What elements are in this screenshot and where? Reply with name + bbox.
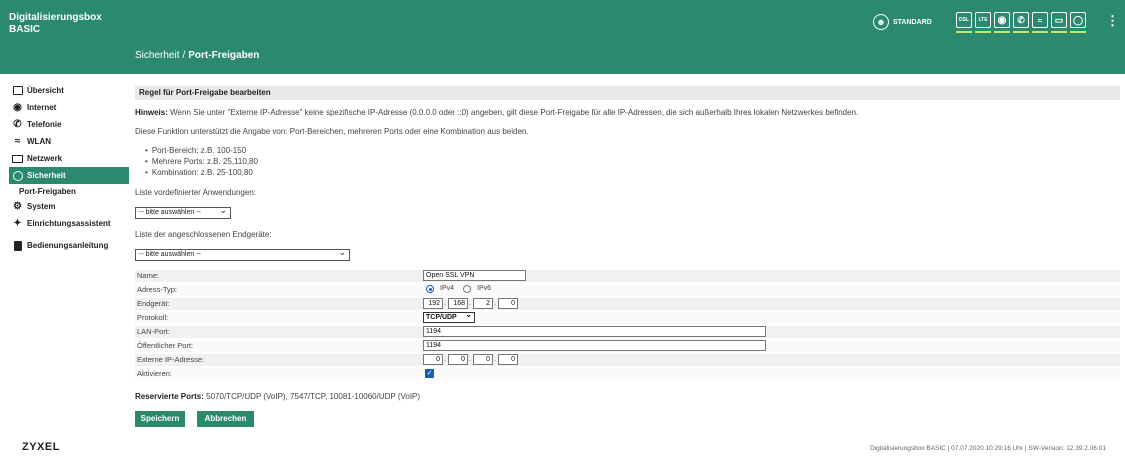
activate-checkbox[interactable]: ✓ — [425, 369, 434, 378]
ext-ip-octet-4[interactable]: 0 — [498, 354, 518, 365]
sidebar-item-netzwerk[interactable]: Netzwerk — [9, 150, 129, 167]
mode-icon: ☻ — [873, 14, 889, 30]
breadcrumb-parent[interactable]: Sicherheit — [135, 50, 179, 61]
wifi-icon: ≈ — [14, 136, 21, 147]
row-lan-port: LAN-Port: 1194 — [135, 326, 1120, 338]
mode-indicator[interactable]: ☻ STANDARD — [873, 13, 932, 31]
section-title: Regel für Port-Freigabe bearbeiten — [135, 86, 1120, 100]
name-field[interactable]: Open SSL VPN — [423, 270, 526, 281]
globe-icon: ◉ — [13, 102, 22, 113]
connected-device-select[interactable]: -- bitte auswählen -- — [135, 247, 350, 261]
example-range: Port-Bereich: z.B. 100-150 — [145, 146, 246, 155]
lte-icon[interactable]: LTE — [975, 12, 991, 33]
top-header: Digitalisierungsbox BASIC ☻ STANDARD DSL… — [0, 0, 1125, 74]
network-icon — [12, 153, 23, 164]
sidebar-item-einrichtungsassistent[interactable]: ✦ Einrichtungsassistent — [9, 215, 129, 232]
cancel-button[interactable]: Abbrechen — [197, 411, 254, 427]
brand-name: Digitalisierungsbox — [9, 12, 102, 23]
device-octet-2[interactable]: 168 — [448, 298, 468, 309]
row-name: Name: Open SSL VPN — [135, 270, 1120, 282]
sidebar-item-telefonie[interactable]: ✆ Telefonie — [9, 116, 129, 133]
save-button[interactable]: Speichern — [135, 411, 185, 427]
devices-label: Liste der angeschlossenen Endgeräte: — [135, 230, 272, 239]
sidebar: Übersicht ◉ Internet ✆ Telefonie ≈ WLAN … — [9, 82, 129, 254]
row-device: Endgerät: 192 . 168 . 2 . 0 — [135, 298, 1120, 310]
phone-icon[interactable]: ✆ — [1013, 12, 1029, 33]
public-port-field[interactable]: 1194 — [423, 340, 766, 351]
sidebar-item-system[interactable]: ⚙ System — [9, 198, 129, 215]
support-text: Diese Funktion unterstützt die Angabe vo… — [135, 127, 529, 136]
phone-icon: ✆ — [13, 119, 22, 130]
row-address-type: Adress-Typ: IPv4 IPv6 — [135, 284, 1120, 296]
protocol-select[interactable]: TCP/UDP — [423, 310, 475, 323]
zyxel-logo: ZYXEL — [22, 441, 60, 453]
brand-model: BASIC — [9, 24, 41, 35]
example-multiple: Mehrere Ports: z.B. 25,110,80 — [145, 157, 258, 166]
breadcrumb-current: Port-Freigaben — [188, 50, 260, 61]
device-octet-4[interactable]: 0 — [498, 298, 518, 309]
dsl-icon[interactable]: DSL — [956, 12, 972, 33]
home-icon — [12, 85, 23, 96]
lan-icon[interactable]: ▭ — [1051, 12, 1067, 33]
status-icons: DSL LTE ◉ ✆ ≈ ▭ ◯ — [956, 12, 1086, 33]
globe-icon[interactable]: ◉ — [994, 12, 1010, 33]
mode-label: STANDARD — [893, 18, 932, 26]
shield-icon[interactable]: ◯ — [1070, 12, 1086, 33]
wifi-icon[interactable]: ≈ — [1032, 12, 1048, 33]
row-public-port: Öffentlicher Port: 1194 — [135, 340, 1120, 352]
example-combination: Kombination: z.B. 25-100,80 — [145, 168, 253, 177]
footer-status: Digitalisierungsbox BASIC | 07.07.2020 1… — [870, 445, 1106, 452]
brand: Digitalisierungsbox BASIC — [9, 12, 102, 36]
sidebar-item-uebersicht[interactable]: Übersicht — [9, 82, 129, 99]
book-icon — [12, 240, 23, 251]
ipv4-radio[interactable] — [426, 285, 434, 293]
sidebar-item-sicherheit[interactable]: Sicherheit — [9, 167, 129, 184]
device-octet-3[interactable]: 2 — [473, 298, 493, 309]
ext-ip-octet-2[interactable]: 0 — [448, 354, 468, 365]
shield-icon — [12, 170, 23, 181]
row-protocol: Protokoll: TCP/UDP — [135, 310, 1120, 324]
sidebar-item-wlan[interactable]: ≈ WLAN — [9, 133, 129, 150]
row-external-ip: Externe IP-Adresse: 0 . 0 . 0 . 0 — [135, 354, 1120, 366]
wand-icon: ✦ — [13, 218, 22, 229]
device-octet-1[interactable]: 192 — [423, 298, 443, 309]
lan-port-field[interactable]: 1194 — [423, 326, 766, 337]
ext-ip-octet-1[interactable]: 0 — [423, 354, 443, 365]
reserved-ports-text: Reservierte Ports: 5070/TCP/UDP (VoIP), … — [135, 392, 421, 401]
gear-icon: ⚙ — [13, 201, 22, 212]
breadcrumb: Sicherheit / Port-Freigaben — [135, 50, 260, 61]
sidebar-item-bedienungsanleitung[interactable]: Bedienungsanleitung — [9, 237, 129, 254]
hint-text: Hinweis: Wenn Sie unter "Externe IP-Adre… — [135, 108, 859, 117]
kebab-menu-icon[interactable]: ⋮ — [1106, 14, 1119, 28]
ipv6-radio[interactable] — [463, 285, 471, 293]
sidebar-item-internet[interactable]: ◉ Internet — [9, 99, 129, 116]
sidebar-subitem-port-freigaben[interactable]: Port-Freigaben — [9, 184, 129, 198]
ext-ip-octet-3[interactable]: 0 — [473, 354, 493, 365]
row-activate: Aktivieren: ✓ — [135, 368, 1120, 380]
predefined-app-select[interactable]: -- bitte auswählen -- — [135, 205, 231, 219]
predefined-label: Liste vordefinierter Anwendungen: — [135, 188, 256, 197]
